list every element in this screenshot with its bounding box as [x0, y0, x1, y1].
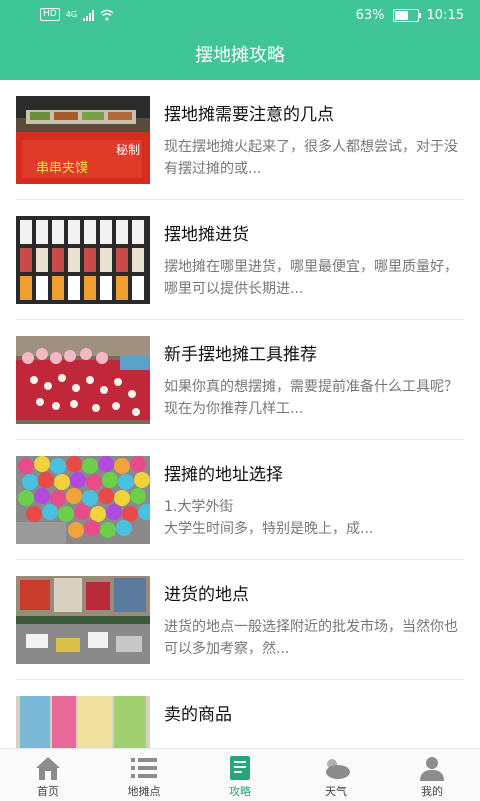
tab-guide[interactable]: 攻略 [192, 749, 288, 801]
goods-image [16, 696, 150, 748]
article-summary: 现在摆地摊火起来了，很多人都想尝试，对于没有摆过摊的或... [164, 139, 458, 177]
battery-fill [394, 11, 408, 20]
article-title: 进货的地点 [164, 585, 249, 605]
status-left: HD 4G [40, 8, 114, 21]
clock: 10:15 [426, 8, 464, 23]
article-summary: 进货的地点一般选择附近的批发市场，当然你也可以多加考察，然... [164, 619, 458, 657]
toys-stall-image [16, 336, 150, 424]
bottom-tab-bar: 首页 地摊点 攻略 天气 我的 [0, 748, 480, 801]
article-title: 新手摆地摊工具推荐 [164, 345, 317, 365]
weather-icon [326, 759, 350, 779]
tab-profile[interactable]: 我的 [384, 749, 480, 801]
article-title: 卖的商品 [164, 705, 232, 725]
article-title: 摆地摊进货 [164, 225, 249, 245]
tab-label: 首页 [37, 785, 59, 798]
list-item[interactable]: 进货的地点 进货的地点一般选择附近的批发市场，当然你也可以多加考察，然... [16, 560, 464, 680]
tab-label: 地摊点 [127, 785, 161, 798]
list-item[interactable]: 摆地摊进货 摆地摊在哪里进货，哪里最便宜，哪里质量好，哪里可以提供长期进... [16, 200, 464, 320]
market-street-image [16, 576, 150, 664]
list-item[interactable]: 新手摆地摊工具推荐 如果你真的想摆摊，需要提前准备什么工具呢？现在为你推荐几样工… [16, 320, 464, 440]
article-summary: 摆地摊在哪里进货，哪里最便宜，哪里质量好，哪里可以提供长期进... [164, 259, 458, 297]
tab-weather[interactable]: 天气 [288, 749, 384, 801]
page-title: 摆地摊攻略 [195, 45, 285, 66]
list-item[interactable]: 秘制 串串夹馍 摆地摊需要注意的几点 现在摆地摊火起来了，很多人都想尝试，对于没… [16, 80, 464, 200]
tab-stalls[interactable]: 地摊点 [96, 749, 192, 801]
food-stall-image: 秘制 串串夹馍 [16, 96, 150, 184]
svg-text:串串夹馍: 串串夹馍 [36, 161, 88, 176]
user-icon [420, 757, 444, 781]
article-summary: 1.大学外街 大学生时间多，特别是晚上，成... [164, 499, 374, 537]
signal-icon [83, 9, 94, 21]
network-type: 4G [65, 10, 77, 19]
svg-text:秘制: 秘制 [116, 143, 140, 157]
status-right: 63% 10:15 [356, 8, 464, 23]
status-bar: HD 4G 63% 10:15 [0, 0, 480, 32]
tab-label: 天气 [325, 785, 347, 798]
balloon-stall-image [16, 456, 150, 544]
list-item[interactable]: 摆摊的地址选择 1.大学外街 大学生时间多，特别是晚上，成... [16, 440, 464, 560]
app-bar: 摆地摊攻略 [0, 32, 480, 80]
battery-percent: 63% [355, 8, 385, 23]
home-icon [36, 757, 60, 780]
article-title: 摆摊的地址选择 [164, 465, 283, 485]
article-summary: 如果你真的想摆摊，需要提前准备什么工具呢？现在为你推荐几样工... [164, 379, 458, 417]
tab-home[interactable]: 首页 [0, 749, 96, 801]
book-icon [230, 756, 250, 780]
article-title: 摆地摊需要注意的几点 [164, 105, 334, 125]
hd-badge: HD [40, 8, 60, 21]
list-icon [131, 758, 157, 778]
tab-label: 攻略 [229, 785, 251, 798]
tab-label: 我的 [421, 785, 443, 798]
article-list[interactable]: 秘制 串串夹馍 摆地摊需要注意的几点 现在摆地摊火起来了，很多人都想尝试，对于没… [0, 80, 480, 748]
wifi-icon [100, 9, 114, 20]
list-item[interactable]: 卖的商品 [16, 680, 464, 748]
battery-icon [392, 9, 421, 22]
socks-stall-image [16, 216, 150, 304]
